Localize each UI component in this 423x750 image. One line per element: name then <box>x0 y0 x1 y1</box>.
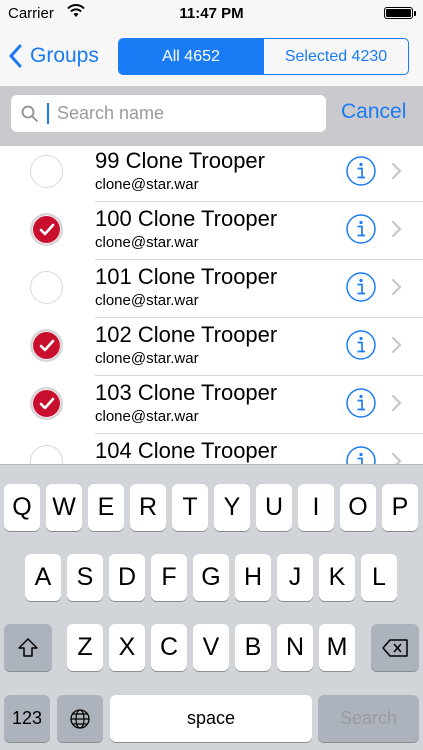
keyboard: Q W E R T Y U I O P A S D F G H J K L Z … <box>0 464 423 750</box>
contact-name: 100 Clone Trooper <box>95 206 278 231</box>
key-q[interactable]: Q <box>4 484 40 531</box>
key-f[interactable]: F <box>151 554 187 601</box>
contact-name: 103 Clone Trooper <box>95 380 278 405</box>
numbers-key[interactable]: 123 <box>4 695 50 742</box>
info-icon[interactable] <box>345 271 377 303</box>
key-w[interactable]: W <box>46 484 82 531</box>
key-l[interactable]: L <box>361 554 397 601</box>
contact-list: 99 Clone Trooper clone@star.war 100 Clon… <box>0 146 423 464</box>
contact-name: 101 Clone Trooper <box>95 264 278 289</box>
contact-name: 102 Clone Trooper <box>95 322 278 347</box>
backspace-icon <box>382 638 408 657</box>
key-r[interactable]: R <box>130 484 166 531</box>
contact-email: clone@star.war <box>95 234 199 251</box>
shift-key[interactable] <box>4 624 52 671</box>
key-k[interactable]: K <box>319 554 355 601</box>
checkmark-icon <box>39 223 55 236</box>
segmented-control: All 4652 Selected 4230 <box>118 38 409 75</box>
list-item[interactable]: 103 Clone Trooper clone@star.war <box>0 376 423 434</box>
info-icon[interactable] <box>345 155 377 187</box>
back-button[interactable]: Groups <box>8 39 99 73</box>
info-icon[interactable] <box>345 445 377 464</box>
delete-key[interactable] <box>371 624 419 671</box>
key-a[interactable]: A <box>25 554 61 601</box>
battery-icon <box>384 7 413 19</box>
checkbox-checked[interactable] <box>30 213 63 246</box>
chevron-left-icon <box>9 44 22 68</box>
cancel-button[interactable]: Cancel <box>341 100 406 124</box>
contact-name: 99 Clone Trooper <box>95 148 265 173</box>
key-s[interactable]: S <box>67 554 103 601</box>
back-label: Groups <box>30 44 99 67</box>
segment-selected[interactable]: Selected 4230 <box>263 39 408 74</box>
key-z[interactable]: Z <box>67 624 103 671</box>
contact-email: clone@star.war <box>95 408 199 425</box>
search-bar: Search name Cancel <box>0 86 423 146</box>
shift-icon <box>18 637 38 657</box>
key-c[interactable]: C <box>151 624 187 671</box>
key-n[interactable]: N <box>277 624 313 671</box>
checkbox[interactable] <box>30 271 63 304</box>
chevron-right-icon <box>391 394 402 412</box>
checkmark-icon <box>39 339 55 352</box>
status-bar: Carrier 11:47 PM <box>0 0 423 26</box>
key-h[interactable]: H <box>235 554 271 601</box>
key-o[interactable]: O <box>340 484 376 531</box>
contact-email: clone@star.war <box>95 176 199 193</box>
key-m[interactable]: M <box>319 624 355 671</box>
segment-all[interactable]: All 4652 <box>119 39 263 74</box>
key-x[interactable]: X <box>109 624 145 671</box>
key-g[interactable]: G <box>193 554 229 601</box>
list-item[interactable]: 100 Clone Trooper clone@star.war <box>0 202 423 260</box>
checkmark-icon <box>39 397 55 410</box>
key-t[interactable]: T <box>172 484 208 531</box>
info-icon[interactable] <box>345 387 377 419</box>
search-placeholder: Search name <box>57 103 165 123</box>
chevron-right-icon <box>391 336 402 354</box>
list-item[interactable]: 101 Clone Trooper clone@star.war <box>0 260 423 318</box>
text-caret <box>47 103 49 124</box>
key-y[interactable]: Y <box>214 484 250 531</box>
key-i[interactable]: I <box>298 484 334 531</box>
list-item[interactable]: 102 Clone Trooper clone@star.war <box>0 318 423 376</box>
chevron-right-icon <box>391 220 402 238</box>
search-key[interactable]: Search <box>318 695 419 742</box>
chevron-right-icon <box>391 162 402 180</box>
checkbox[interactable] <box>30 445 63 464</box>
search-icon <box>21 105 38 122</box>
info-icon[interactable] <box>345 213 377 245</box>
list-item[interactable]: 104 Clone Trooper <box>0 434 423 464</box>
navigation-bar: Groups All 4652 Selected 4230 <box>0 26 423 86</box>
checkbox[interactable] <box>30 155 63 188</box>
key-v[interactable]: V <box>193 624 229 671</box>
info-icon[interactable] <box>345 329 377 361</box>
contact-email: clone@star.war <box>95 350 199 367</box>
contact-name: 104 Clone Trooper <box>95 438 278 463</box>
chevron-right-icon <box>391 278 402 296</box>
checkbox-checked[interactable] <box>30 387 63 420</box>
key-u[interactable]: U <box>256 484 292 531</box>
key-e[interactable]: E <box>88 484 124 531</box>
contact-email: clone@star.war <box>95 292 199 309</box>
battery-tip <box>414 11 416 16</box>
search-input[interactable]: Search name <box>11 95 326 132</box>
key-d[interactable]: D <box>109 554 145 601</box>
globe-icon <box>70 708 90 729</box>
key-p[interactable]: P <box>382 484 418 531</box>
globe-key[interactable] <box>57 695 103 742</box>
list-item[interactable]: 99 Clone Trooper clone@star.war <box>0 146 423 202</box>
clock: 11:47 PM <box>179 5 244 22</box>
key-b[interactable]: B <box>235 624 271 671</box>
chevron-right-icon <box>391 452 402 464</box>
checkbox-checked[interactable] <box>30 329 63 362</box>
key-j[interactable]: J <box>277 554 313 601</box>
space-key[interactable]: space <box>110 695 312 742</box>
